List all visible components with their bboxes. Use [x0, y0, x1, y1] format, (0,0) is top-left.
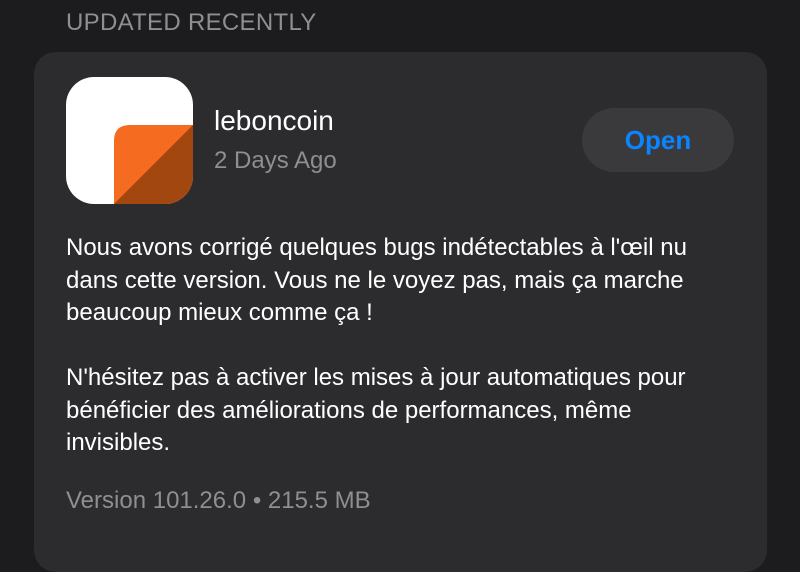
leboncoin-logo-icon [114, 125, 193, 204]
section-header: UPDATED RECENTLY [66, 9, 317, 36]
update-date: 2 Days Ago [214, 147, 337, 174]
version-info: Version 101.26.0 • 215.5 MB [66, 487, 371, 515]
version-number: Version 101.26.0 [66, 487, 247, 514]
leboncoin-app-icon[interactable] [66, 77, 193, 204]
app-size: 215.5 MB [267, 487, 371, 514]
open-button[interactable]: Open [582, 108, 734, 172]
release-notes-paragraph: N'hésitez pas à activer les mises à jour… [66, 364, 686, 456]
release-notes-paragraph: Nous avons corrigé quelques bugs indétec… [66, 234, 687, 326]
separator-dot: • [252, 487, 262, 514]
release-notes: Nous avons corrigé quelques bugs indétec… [66, 232, 726, 460]
app-name: leboncoin [214, 105, 334, 136]
app-update-card: leboncoin 2 Days Ago Open Nous avons cor… [34, 52, 767, 572]
